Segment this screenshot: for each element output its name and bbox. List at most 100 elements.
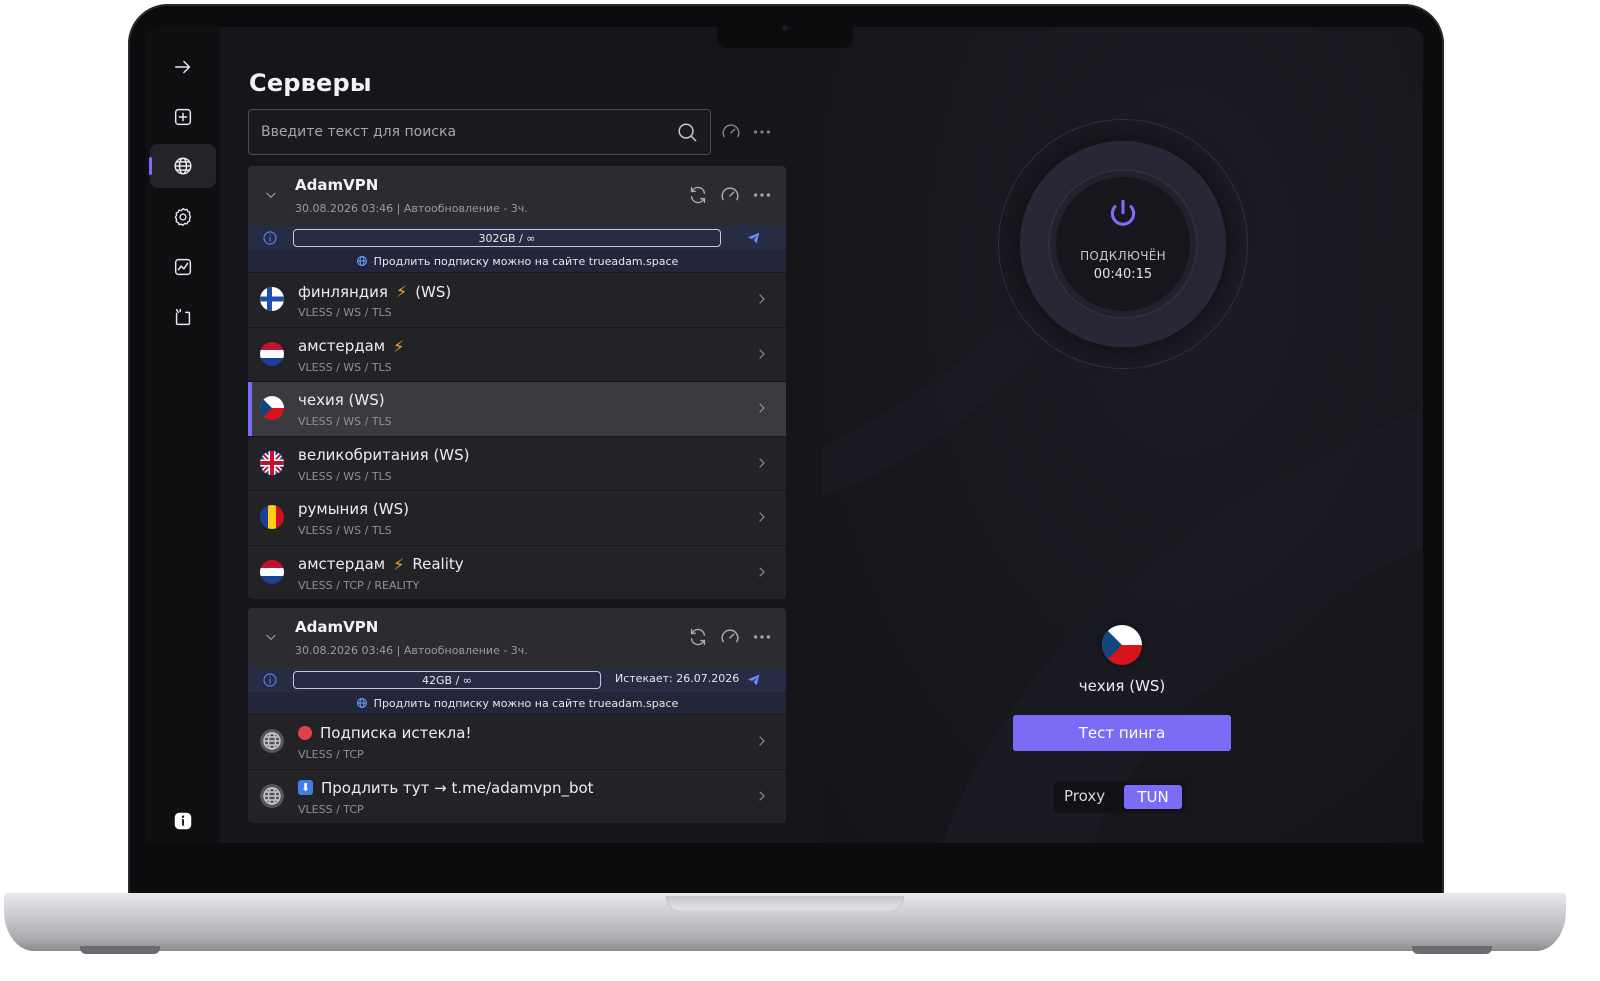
logs-icon [175,308,191,326]
server-protocol: VLESS / WS / TLS [298,415,392,428]
server-name: амстердам [298,337,386,355]
mode-proxy-option[interactable]: Proxy [1064,787,1105,805]
server-name: чехия (WS) [298,391,385,409]
laptop-foot-right [1412,946,1492,954]
chevron-down-icon[interactable] [264,188,278,202]
refresh-icon[interactable] [687,184,709,206]
sidebar-item-add-profile[interactable] [150,95,216,139]
page-title: Серверы [249,69,372,97]
group-header[interactable]: AdamVPN 30.08.2026 03:46 | Автообновлени… [248,166,786,226]
server-item-selected[interactable]: чехия (WS) VLESS / WS / TLS [248,381,786,436]
power-button[interactable] [1048,169,1198,319]
server-item[interactable]: амстердам ⚡ VLESS / WS / TLS [248,326,786,381]
power-icon[interactable] [1106,197,1140,231]
server-suffix: (WS) [415,282,452,301]
red-dot-icon [298,726,312,740]
traffic-usage: 302GB / ∞ [293,229,721,247]
add-profile-icon [174,108,192,126]
connection-status: ПОДКЛЮЧЁН [1080,249,1166,263]
server-protocol: VLESS / TCP / REALITY [298,578,420,592]
telegram-send-icon[interactable] [746,230,762,246]
sidebar-item-servers[interactable] [150,144,216,188]
chevron-right-icon [759,294,765,304]
sidebar-item-logs[interactable] [150,295,216,339]
traffic-usage: 42GB / ∞ [293,671,601,689]
bolt-icon: ⚡ [393,554,405,574]
info-circle-icon[interactable] [262,672,278,688]
chevron-right-icon [759,736,765,746]
connection-timer: 00:40:15 [1093,267,1153,282]
more-options-icon[interactable] [751,626,773,648]
netherlands-flag-icon [260,341,284,366]
more-options-icon[interactable] [751,121,773,143]
active-nav-indicator [149,157,152,175]
telegram-send-icon[interactable] [746,672,762,688]
subscription-group: AdamVPN 30.08.2026 03:46 | Автообновлени… [248,166,786,599]
down-arrow-icon: ⬇ [298,780,313,795]
renew-promo[interactable]: Продлить подписку можно на сайте trueada… [248,250,786,272]
server-protocol: VLESS / TCP [298,748,364,761]
more-options-icon[interactable] [751,184,773,206]
globe-flag-icon [260,783,284,808]
bolt-icon: ⚡ [393,336,405,356]
uk-flag-icon [260,450,284,475]
chevron-right-icon [759,457,765,468]
bolt-icon: ⚡ [395,282,408,301]
globe-icon [356,256,367,266]
czech-flag-icon [260,396,284,420]
server-item[interactable]: ⬇ Продлить тут → t.me/adamvpn_bot VLESS /… [248,768,786,823]
server-protocol: VLESS / TCP [298,802,364,816]
ping-gauge-icon[interactable] [719,626,741,648]
group-header[interactable]: AdamVPN 30.08.2026 03:46 | Автообновлени… [248,608,786,668]
chevron-right-icon [759,403,765,413]
renew-promo-text: Продлить подписку можно на сайте trueada… [373,696,679,710]
camera-dot [782,25,788,31]
sidebar-item-statistics[interactable] [150,245,216,289]
ping-test-button[interactable]: Тест пинга [1013,715,1231,751]
server-protocol: VLESS / WS / TLS [298,360,392,374]
search-box[interactable] [248,109,711,155]
group-update-info: 30.08.2026 03:46 | Автообновление - 3ч. [295,202,528,215]
server-name: великобритания (WS) [298,445,470,464]
subscription-group: AdamVPN 30.08.2026 03:46 | Автообновлени… [248,608,786,823]
group-update-info: 30.08.2026 03:46 | Автообновление - 3ч. [295,644,528,657]
server-item[interactable]: Подписка истекла! VLESS / TCP [248,714,786,769]
laptop-hinge [666,896,904,912]
renew-promo[interactable]: Продлить подписку можно на сайте trueada… [248,692,786,714]
server-suffix: Reality [412,555,464,573]
sidebar [146,27,220,843]
server-item[interactable]: амстердам ⚡ Reality VLESS / TCP / REALITY [248,544,786,599]
ping-gauge-icon[interactable] [719,184,741,206]
netherlands-flag-icon [260,559,284,584]
romania-flag-icon [260,505,284,529]
arrow-right-icon [174,60,191,74]
group-name: AdamVPN [295,176,379,194]
sidebar-item-connect[interactable] [150,45,216,89]
server-item[interactable]: румыния (WS) VLESS / WS / TLS [248,490,786,545]
info-icon [174,812,192,830]
globe-icon [174,157,192,175]
info-circle-icon[interactable] [262,230,278,246]
sidebar-item-about[interactable] [150,799,216,843]
server-protocol: VLESS / WS / TLS [298,469,392,483]
search-icon[interactable] [676,121,698,143]
server-item[interactable]: великобритания (WS) VLESS / WS / TLS [248,435,786,490]
globe-flag-icon [260,729,284,753]
chevron-down-icon[interactable] [264,630,278,644]
group-name: AdamVPN [295,618,379,636]
connection-pane: ПОДКЛЮЧЁН 00:40:15 чехия (WS) Тест пинга… [822,27,1423,843]
sidebar-item-settings[interactable] [150,195,216,239]
ping-all-icon[interactable] [720,121,742,143]
server-name: Подписка истекла! [320,724,472,742]
activity-chart-icon [174,258,192,276]
server-item[interactable]: финляндия ⚡ (WS) VLESS / WS / TLS [248,272,786,327]
server-protocol: VLESS / WS / TLS [298,306,392,319]
refresh-icon[interactable] [687,626,709,648]
mode-toggle: Proxy TUN [1054,781,1186,813]
servers-pane: Серверы AdamVPN 30.08.2026 03:46 | Автоо… [220,27,868,843]
mode-tun-option[interactable]: TUN [1124,785,1182,809]
search-input[interactable] [261,124,676,140]
server-name: амстердам [298,555,386,573]
server-name: Продлить тут → t.me/adamvpn_bot [321,778,594,797]
app-window: Серверы AdamVPN 30.08.2026 03:46 | Автоо… [146,27,1423,843]
